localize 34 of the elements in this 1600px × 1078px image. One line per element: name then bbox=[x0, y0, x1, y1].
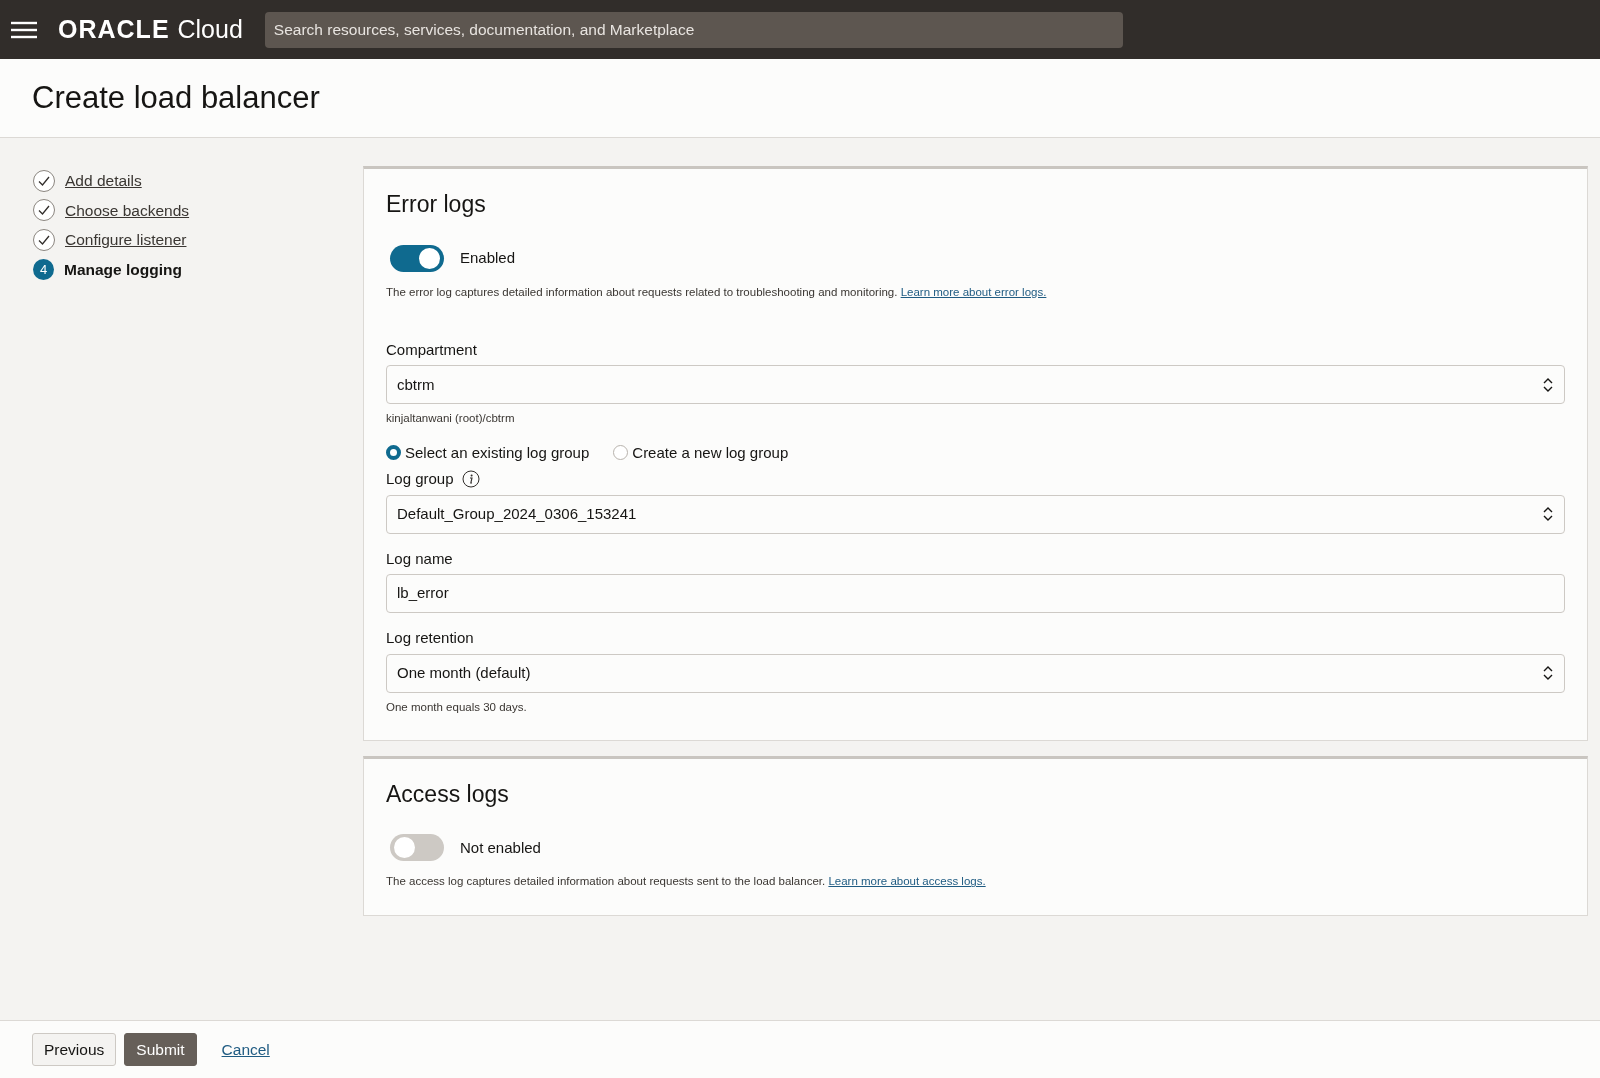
toggle-switch[interactable] bbox=[390, 244, 444, 272]
cancel-link[interactable]: Cancel bbox=[210, 1033, 281, 1066]
help-text: One month equals 30 days. bbox=[386, 699, 528, 715]
field-label: Log retention bbox=[386, 628, 474, 649]
select-field[interactable]: Default_Group_2024_0306_153241 bbox=[386, 494, 1565, 534]
section-title: Access logs bbox=[386, 780, 510, 809]
step-link[interactable]: Choose backends bbox=[65, 198, 190, 222]
toggle-switch[interactable] bbox=[390, 834, 444, 862]
menu-icon[interactable] bbox=[10, 19, 38, 40]
toggle-label: Enabled bbox=[460, 247, 516, 268]
select-field[interactable]: cbtrm bbox=[386, 365, 1565, 405]
field-label: Log group bbox=[386, 469, 454, 490]
select-field[interactable]: One month (default) bbox=[386, 653, 1565, 693]
radio-option[interactable]: Create a new log group bbox=[613, 441, 789, 465]
input-field[interactable]: lb_error bbox=[386, 574, 1565, 614]
radio-option[interactable]: Select an existing log group bbox=[386, 441, 590, 465]
field-label: Compartment bbox=[386, 339, 477, 360]
description: The access log captures detailed information about requests sent to the load balancer. Learn more about access logs. bbox=[386, 874, 987, 890]
page-title: Create load balancer bbox=[32, 79, 320, 117]
help-text: kinjaltanwani (root)/cbtrm bbox=[386, 411, 516, 427]
search-field[interactable]: Search resources, services, documentation, and Marketplace bbox=[264, 11, 1123, 48]
step-link[interactable]: Configure listener bbox=[65, 228, 187, 252]
field-label: Log name bbox=[386, 548, 453, 569]
step-number: 4 bbox=[33, 258, 54, 280]
footer-button[interactable]: Previous bbox=[32, 1033, 117, 1066]
learn-more-link[interactable]: Learn more about error logs. bbox=[900, 285, 1047, 298]
toggle-label: Not enabled bbox=[460, 837, 541, 858]
logo[interactable]: ORACLE Cloud bbox=[58, 10, 243, 49]
section-title: Error logs bbox=[386, 191, 487, 219]
learn-more-link[interactable]: Learn more about access logs. bbox=[828, 875, 986, 888]
description: The error log captures detailed information about requests related to troubleshooting and monitoring. Learn more about error logs. bbox=[386, 284, 1048, 300]
footer-button[interactable]: Submit bbox=[124, 1033, 197, 1066]
current-step[interactable]: Manage logging bbox=[64, 257, 182, 281]
step-link[interactable]: Add details bbox=[65, 169, 142, 193]
